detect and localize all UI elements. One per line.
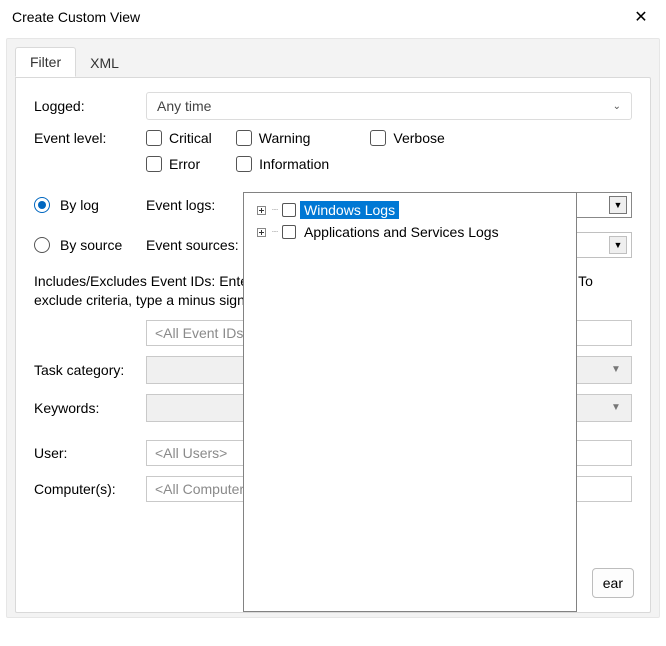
checkbox-error[interactable]: Error bbox=[146, 156, 200, 172]
checkbox-verbose[interactable]: Verbose bbox=[370, 130, 444, 146]
clear-button[interactable]: ear bbox=[592, 568, 634, 598]
tree-checkbox[interactable] bbox=[282, 225, 296, 239]
radio-by-source[interactable] bbox=[34, 237, 50, 253]
checkbox-information[interactable]: Information bbox=[236, 156, 329, 172]
expand-icon[interactable] bbox=[254, 225, 268, 239]
tab-filter[interactable]: Filter bbox=[15, 47, 76, 77]
triangle-down-icon: ▼ bbox=[609, 196, 627, 214]
triangle-down-icon: ▼ bbox=[609, 236, 627, 254]
tree-checkbox[interactable] bbox=[282, 203, 296, 217]
tree-connector: ┈ bbox=[272, 227, 278, 238]
label-task-category: Task category: bbox=[34, 362, 146, 378]
event-logs-tree-popup: ┈ Windows Logs ┈ Applications and Servic… bbox=[243, 192, 577, 612]
triangle-down-icon: ▼ bbox=[607, 402, 625, 413]
tree-item-windows-logs[interactable]: ┈ Windows Logs bbox=[248, 199, 572, 221]
label-by-source: By source bbox=[60, 237, 146, 253]
triangle-down-icon: ▼ bbox=[607, 364, 625, 375]
checkbox-critical[interactable]: Critical bbox=[146, 130, 212, 146]
checkbox-warning[interactable]: Warning bbox=[236, 130, 311, 146]
tab-strip: Filter XML bbox=[7, 39, 659, 77]
label-logged: Logged: bbox=[34, 98, 146, 114]
logged-dropdown[interactable]: Any time ⌄ bbox=[146, 92, 632, 120]
tree-label-windows-logs[interactable]: Windows Logs bbox=[300, 201, 399, 219]
tab-xml[interactable]: XML bbox=[76, 49, 133, 77]
label-user: User: bbox=[34, 445, 146, 461]
label-by-log: By log bbox=[60, 197, 146, 213]
label-event-level: Event level: bbox=[34, 130, 146, 146]
tree-connector: ┈ bbox=[272, 205, 278, 216]
expand-icon[interactable] bbox=[254, 203, 268, 217]
radio-by-log[interactable] bbox=[34, 197, 50, 213]
titlebar: Create Custom View ✕ bbox=[0, 0, 666, 34]
window-title: Create Custom View bbox=[12, 9, 140, 25]
label-keywords: Keywords: bbox=[34, 400, 146, 416]
logged-value: Any time bbox=[157, 98, 211, 114]
tree-item-apps-services-logs[interactable]: ┈ Applications and Services Logs bbox=[248, 221, 572, 243]
chevron-down-icon: ⌄ bbox=[613, 101, 621, 112]
label-computers: Computer(s): bbox=[34, 481, 146, 497]
tree-label-apps-services[interactable]: Applications and Services Logs bbox=[300, 223, 503, 241]
close-icon[interactable]: ✕ bbox=[626, 7, 656, 27]
